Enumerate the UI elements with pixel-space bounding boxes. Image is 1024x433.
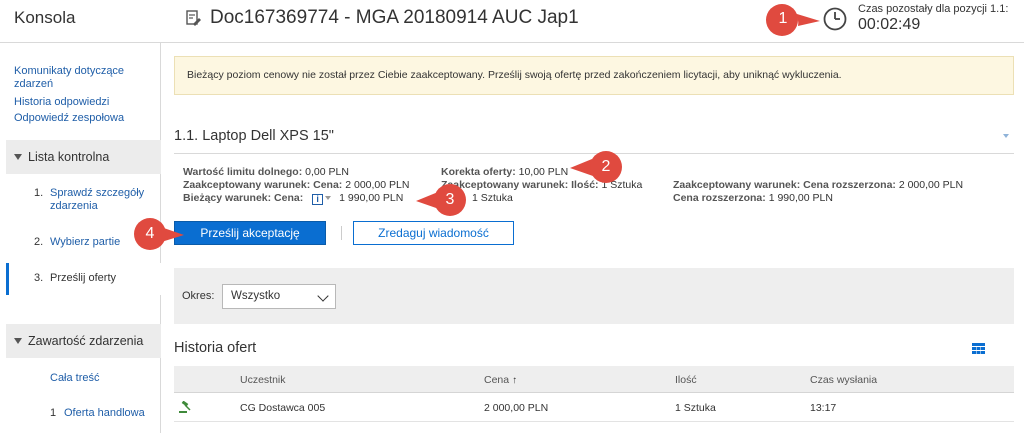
- step-number: 1.: [34, 187, 44, 199]
- app-title: Konsola: [14, 8, 76, 27]
- compose-message-button[interactable]: Zredaguj wiadomość: [353, 221, 514, 245]
- gavel-icon: [179, 401, 191, 413]
- document-title: Doc167369774 - MGA 20180914 AUC Jap1: [210, 7, 579, 28]
- bid-correction-info: Korekta oferty: 10,00 PLN: [441, 166, 569, 178]
- chevron-down-icon: [317, 290, 329, 302]
- callout-number-2: 2: [601, 158, 611, 175]
- step-number: 2.: [34, 236, 44, 248]
- column-price[interactable]: Cena ↑: [484, 374, 517, 386]
- time-remaining-value: 00:02:49: [858, 16, 921, 33]
- accepted-extended-price-info: Zaakceptowany warunek: Cena rozszerzona:…: [673, 179, 964, 191]
- time-remaining-label: Czas pozostały dla pozycji 1.1:: [858, 3, 1009, 15]
- clock-icon: [823, 7, 847, 31]
- step-number: 3.: [34, 272, 44, 284]
- collapse-caret-icon[interactable]: [1003, 134, 1009, 138]
- row-price: 2 000,00 PLN: [484, 402, 549, 414]
- contents-item-number: 1: [50, 407, 57, 419]
- contents-all-link[interactable]: Cała treść: [50, 372, 100, 384]
- button-separator: [341, 226, 342, 240]
- info-icon[interactable]: i: [312, 194, 324, 205]
- callout-number-1: 1: [778, 10, 788, 27]
- column-sent-time[interactable]: Czas wysłania: [810, 374, 877, 386]
- top-header: Konsola Doc167369774 - MGA 20180914 AUC …: [0, 0, 1024, 43]
- row-sent-time: 13:17: [810, 402, 837, 414]
- checklist-header[interactable]: Lista kontrolna: [6, 140, 161, 174]
- event-contents-header[interactable]: Zawartość zdarzenia: [6, 324, 161, 358]
- chevron-down-icon[interactable]: [325, 196, 332, 200]
- sidebar-link-response-history[interactable]: Historia odpowiedzi: [14, 96, 109, 109]
- item-title: 1.1. Laptop Dell XPS 15": [174, 128, 334, 144]
- column-participant[interactable]: Uczestnik: [240, 374, 286, 386]
- table-row: CG Dostawca 005 2 000,00 PLN 1 Sztuka 13…: [174, 394, 1014, 422]
- checklist-step-1[interactable]: 1. Sprawdź szczegóły zdarzenia: [34, 187, 156, 213]
- table-view-icon[interactable]: [972, 343, 985, 354]
- event-contents-title: Zawartość zdarzenia: [28, 334, 144, 348]
- sidebar-link-event-messages[interactable]: Komunikaty dotyczące zdarzeń: [14, 65, 144, 91]
- accepted-price-info: Zaakceptowany warunek: Cena: 2 000,00 PL…: [183, 179, 410, 191]
- row-quantity: 1 Sztuka: [675, 402, 716, 414]
- step-label: Prześlij oferty: [50, 272, 117, 284]
- callout-number-3: 3: [445, 191, 455, 208]
- callout-marker-4: [134, 218, 184, 250]
- collapse-triangle-icon: [14, 338, 22, 344]
- column-quantity[interactable]: Ilość: [675, 374, 697, 386]
- warning-banner: Bieżący poziom cenowy nie został przez C…: [174, 56, 1014, 95]
- submit-acceptance-button[interactable]: Prześlij akceptację: [174, 221, 326, 245]
- step-label: Sprawdź szczegóły zdarzenia: [50, 187, 145, 212]
- current-price-info: Bieżący warunek: Cena: i1 990,00 PLN: [183, 192, 404, 205]
- filter-panel: Okres: Wszystko: [174, 268, 1014, 324]
- callout-marker-2: [570, 151, 622, 183]
- period-label: Okres:: [182, 290, 215, 302]
- checklist-step-3[interactable]: 3. Prześlij oferty: [34, 272, 156, 285]
- history-table-header: Uczestnik Cena ↑ Ilość Czas wysłania: [174, 366, 1014, 393]
- contents-item-link[interactable]: Oferta handlowa: [64, 407, 145, 419]
- extended-price-info: Cena rozszerzona: 1 990,00 PLN: [673, 192, 833, 204]
- sidebar-link-team-response[interactable]: Odpowiedź zespołowa: [14, 112, 124, 125]
- document-edit-icon: [186, 10, 201, 26]
- current-quantity-info: 1 Sztuka: [472, 192, 513, 204]
- collapse-triangle-icon: [14, 154, 22, 160]
- period-selected-value: Wszystko: [231, 290, 281, 302]
- checklist-title: Lista kontrolna: [28, 150, 110, 164]
- period-select[interactable]: Wszystko: [222, 284, 336, 309]
- lower-limit-info: Wartość limitu dolnego: 0,00 PLN: [183, 166, 349, 178]
- callout-number-4: 4: [145, 225, 155, 242]
- sort-ascending-icon: ↑: [512, 375, 518, 386]
- callout-marker-1: [766, 4, 820, 36]
- bid-history-title: Historia ofert: [174, 340, 257, 356]
- row-participant: CG Dostawca 005: [240, 402, 326, 414]
